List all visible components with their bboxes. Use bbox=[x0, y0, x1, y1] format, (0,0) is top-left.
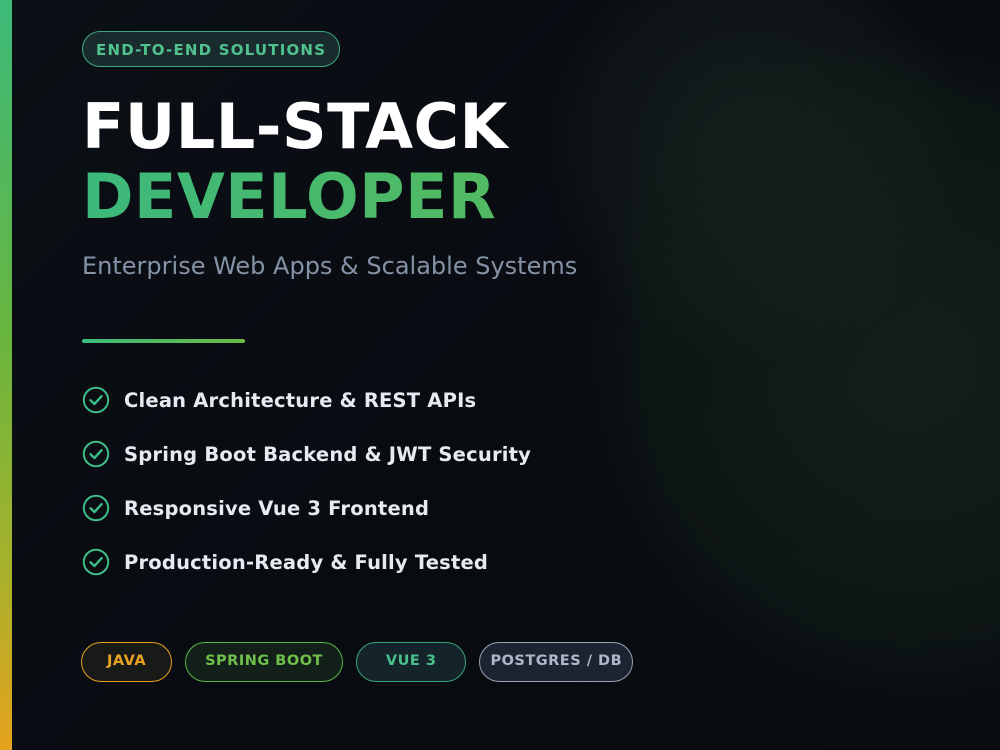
tag-spring-boot: SPRING BOOT bbox=[185, 642, 343, 682]
tag-postgres: POSTGRES / DB bbox=[479, 642, 634, 682]
accent-divider bbox=[82, 339, 245, 343]
feature-item: Responsive Vue 3 Frontend bbox=[82, 481, 942, 535]
check-circle-icon bbox=[82, 440, 110, 468]
check-circle-icon bbox=[82, 494, 110, 522]
tag-java: JAVA bbox=[81, 642, 173, 682]
title-line-1: FULL-STACK bbox=[82, 90, 509, 163]
hero-content: END-TO-END SOLUTIONS FULL-STACK DEVELOPE… bbox=[82, 31, 942, 605]
tag-vue: VUE 3 bbox=[355, 642, 467, 682]
feature-list: Clean Architecture & REST APIs Spring Bo… bbox=[82, 373, 942, 589]
check-circle-icon bbox=[82, 386, 110, 414]
tech-tag-row: JAVA SPRING BOOT VUE 3 POSTGRES / DB bbox=[81, 642, 634, 682]
feature-item: Spring Boot Backend & JWT Security bbox=[82, 427, 942, 481]
hero-card: END-TO-END SOLUTIONS FULL-STACK DEVELOPE… bbox=[0, 0, 1000, 750]
feature-label: Production-Ready & Fully Tested bbox=[124, 550, 489, 574]
feature-item: Production-Ready & Fully Tested bbox=[82, 535, 942, 589]
subtitle: Enterprise Web Apps & Scalable Systems bbox=[82, 252, 578, 280]
title-line-2: DEVELOPER bbox=[82, 161, 942, 233]
solutions-badge: END-TO-END SOLUTIONS bbox=[82, 31, 341, 67]
feature-label: Spring Boot Backend & JWT Security bbox=[124, 442, 532, 466]
feature-label: Responsive Vue 3 Frontend bbox=[124, 496, 430, 520]
check-circle-icon bbox=[82, 548, 110, 576]
feature-label: Clean Architecture & REST APIs bbox=[124, 388, 477, 412]
feature-item: Clean Architecture & REST APIs bbox=[82, 373, 942, 427]
left-accent-bar bbox=[0, 0, 12, 750]
